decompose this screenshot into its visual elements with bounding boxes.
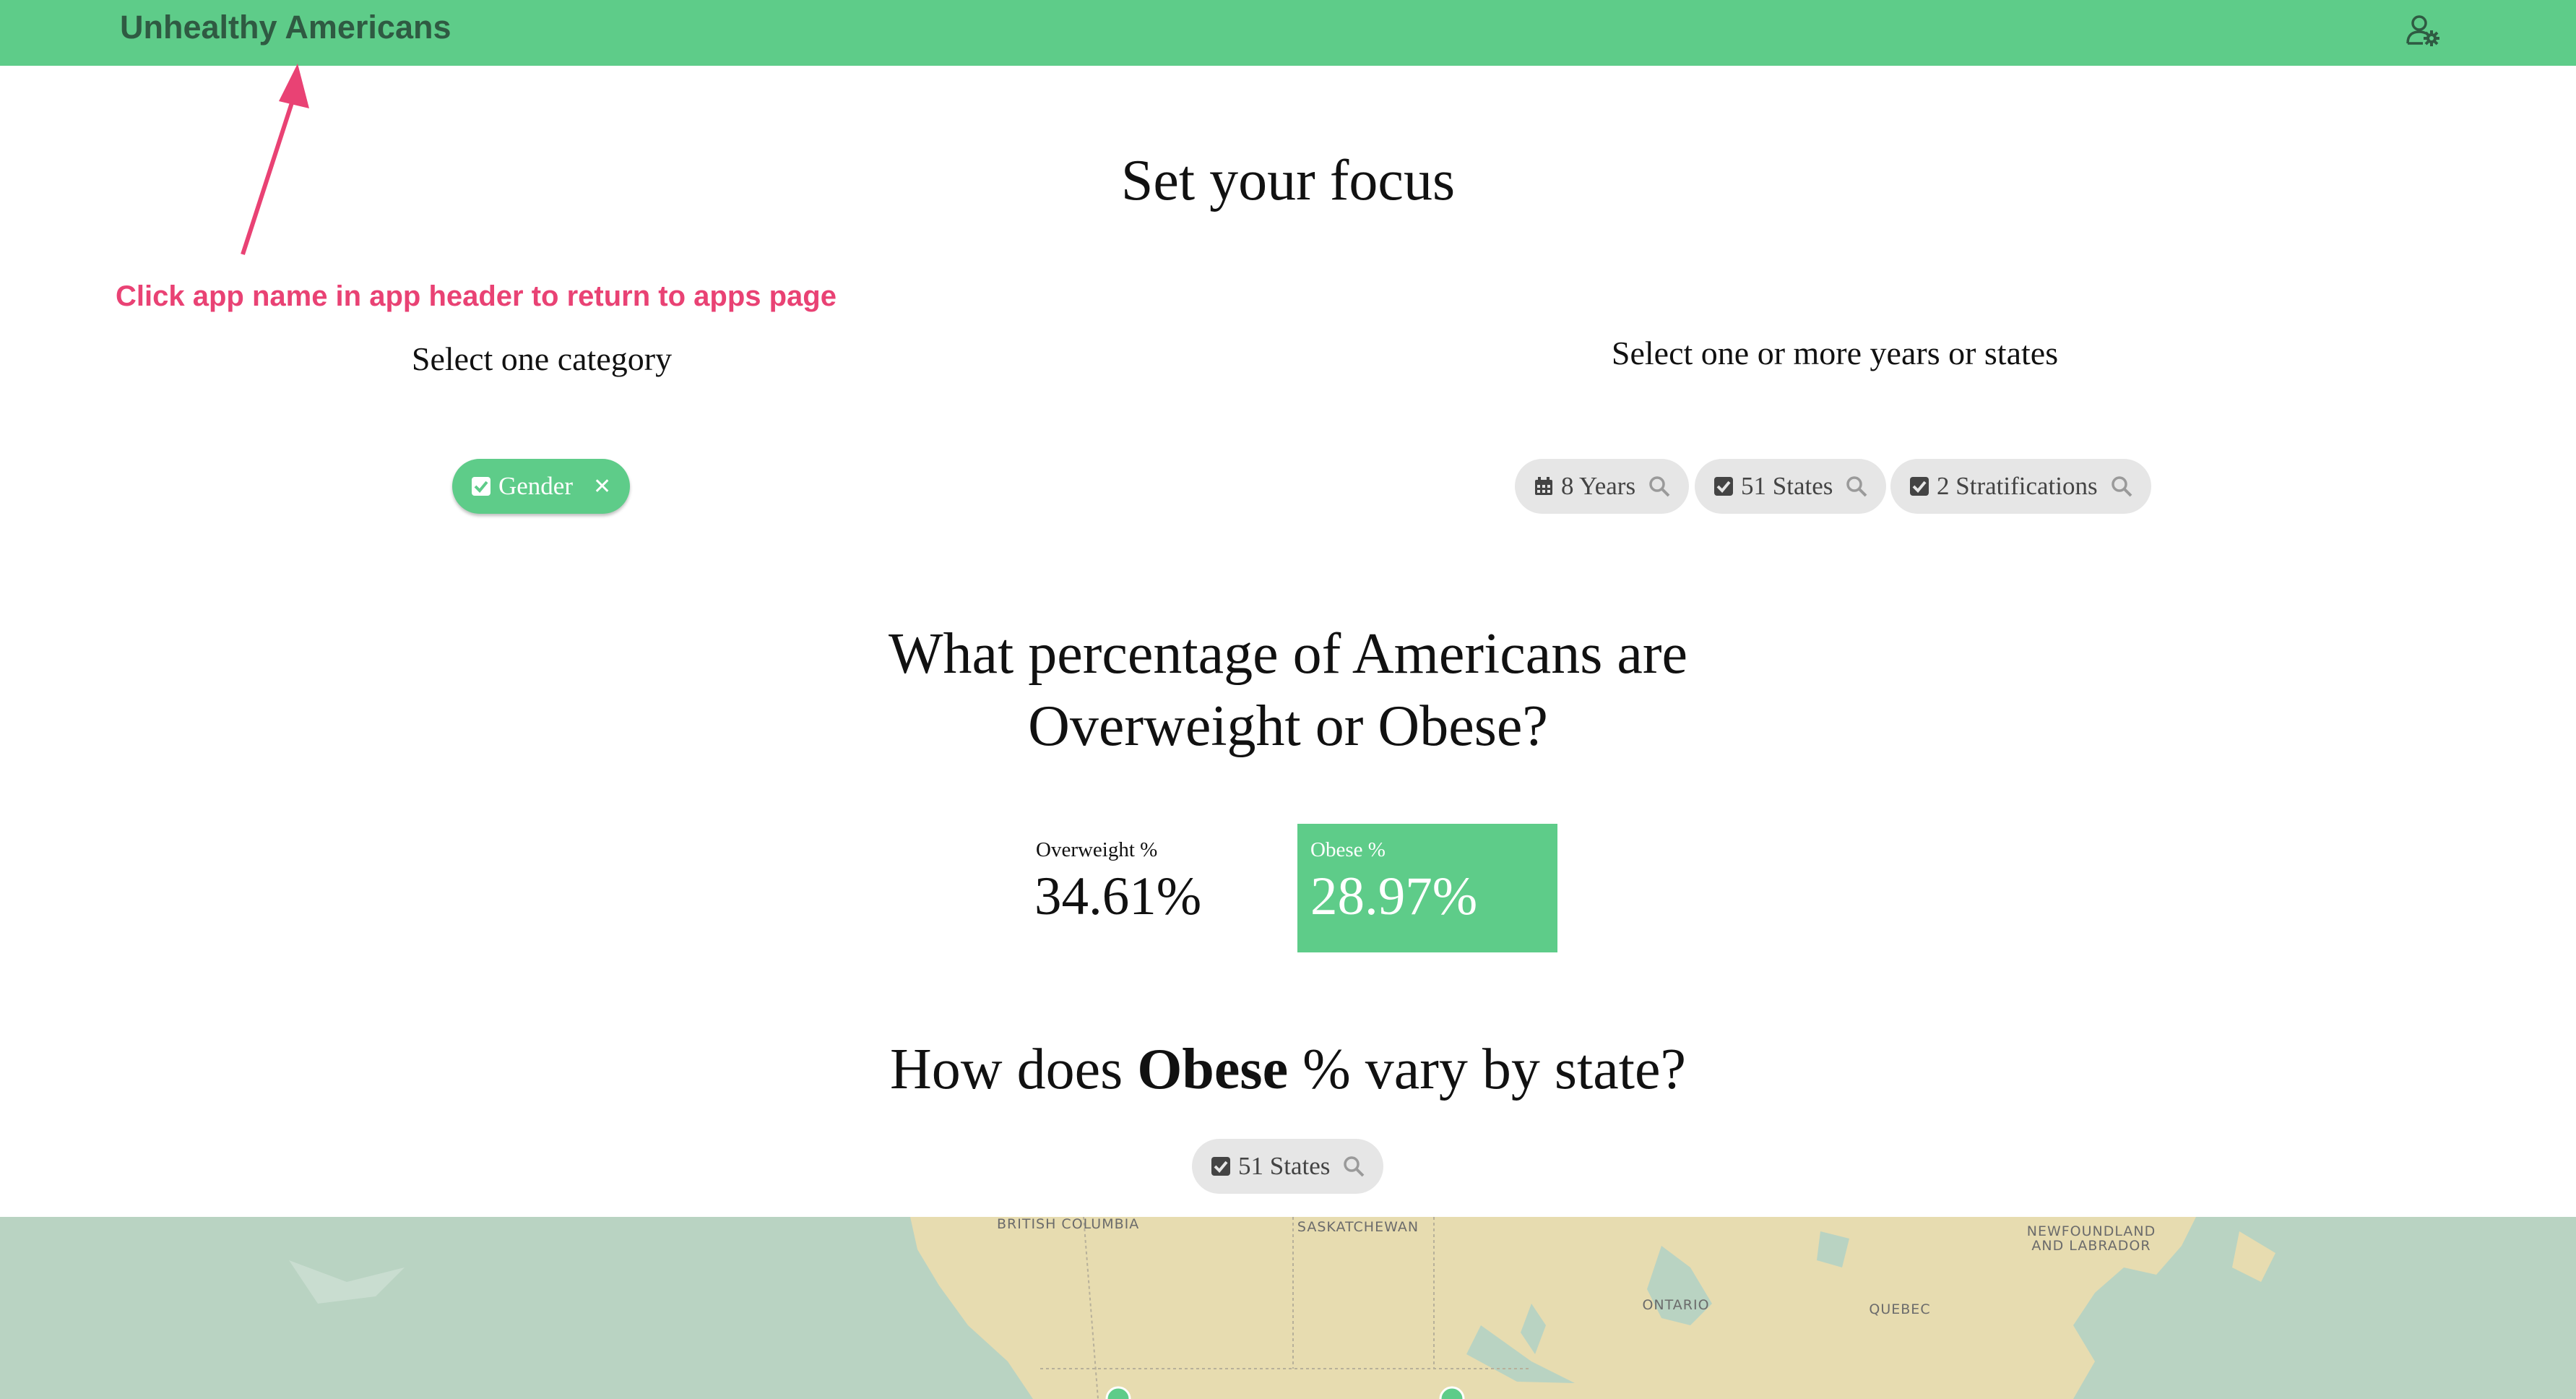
kpi-value: 28.97% bbox=[1310, 866, 1478, 926]
check-square-icon bbox=[472, 477, 490, 496]
calendar-icon bbox=[1535, 477, 1552, 495]
search-icon[interactable] bbox=[1343, 1155, 1365, 1177]
state-map[interactable]: BRITISH COLUMBIA SASKATCHEWAN NEWFOUNDLA… bbox=[0, 1217, 2576, 1399]
search-icon[interactable] bbox=[1648, 475, 1670, 497]
years-chip[interactable]: 8 Years bbox=[1515, 459, 1690, 514]
kpi-obese[interactable]: Obese % 28.97% bbox=[1297, 824, 1557, 952]
chip-label: 51 States bbox=[1238, 1152, 1331, 1180]
user-gear-icon[interactable] bbox=[2406, 13, 2440, 48]
app-header: Unhealthy Americans bbox=[0, 0, 2576, 66]
close-icon[interactable]: ✕ bbox=[593, 474, 611, 499]
map-label-saskatchewan: SASKATCHEWAN bbox=[1297, 1219, 1419, 1235]
focus-title: Set your focus bbox=[1120, 149, 1456, 212]
question-line-1: What percentage of Americans are bbox=[888, 622, 1688, 686]
chip-label: 2 Stratifications bbox=[1937, 472, 2098, 500]
map-label-ontario: ONTARIO bbox=[1642, 1297, 1710, 1313]
annotation-text: Click app name in app header to return t… bbox=[116, 280, 837, 312]
check-square-icon bbox=[1211, 1157, 1230, 1176]
map-background bbox=[0, 1217, 2576, 1399]
years-states-label: Select one or more years or states bbox=[1611, 335, 2059, 371]
chip-label: 8 Years bbox=[1561, 472, 1636, 500]
app-name-link[interactable]: Unhealthy Americans bbox=[120, 9, 451, 46]
search-icon[interactable] bbox=[1846, 475, 1867, 497]
stratifications-chip[interactable]: 2 Stratifications bbox=[1890, 459, 2151, 514]
map-states-chip[interactable]: 51 States bbox=[1192, 1139, 1384, 1194]
kpi-label: Overweight % bbox=[1036, 838, 1158, 861]
check-square-icon bbox=[1910, 477, 1929, 496]
category-chip-gender[interactable]: Gender ✕ bbox=[452, 459, 631, 514]
question-line-2: Overweight or Obese? bbox=[1028, 694, 1548, 758]
search-icon[interactable] bbox=[2111, 475, 2132, 497]
kpi-value: 34.61% bbox=[1034, 866, 1202, 926]
vary-by-state-heading: How does Obese % vary by state? bbox=[890, 1038, 1686, 1101]
check-square-icon bbox=[1714, 477, 1733, 496]
map-label-quebec: QUEBEC bbox=[1869, 1301, 1931, 1317]
states-chip[interactable]: 51 States bbox=[1695, 459, 1887, 514]
map-label-british-columbia: BRITISH COLUMBIA bbox=[997, 1217, 1140, 1232]
map-label-newfoundland: NEWFOUNDLAND AND LABRADOR bbox=[2026, 1223, 2156, 1254]
category-label: Select one category bbox=[411, 340, 673, 377]
chip-label: 51 States bbox=[1741, 472, 1833, 500]
kpi-label: Obese % bbox=[1310, 838, 1386, 861]
question-heading: What percentage of Americans are Overwei… bbox=[0, 618, 2576, 762]
chip-label: Gender bbox=[498, 472, 574, 500]
